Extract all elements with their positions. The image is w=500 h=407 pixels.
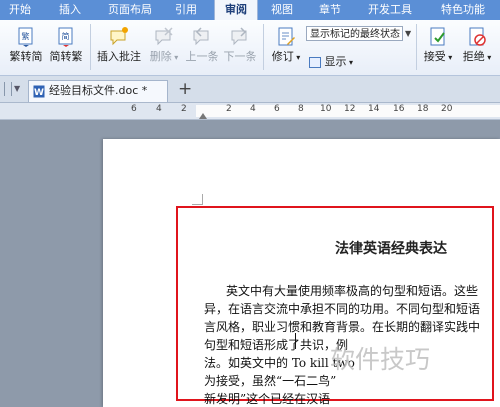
watermark: 软件技巧 (330, 345, 431, 374)
menu-references[interactable]: 引用 (166, 0, 206, 20)
paragraph-line: 言风格，职业习惯和教育背景。在长期的翻译实践中 (204, 320, 481, 334)
show-label: 显示 (324, 55, 347, 68)
menu-bar: 开始 插入 页面布局 引用 审阅 视图 章节 开发工具 特色功能 (0, 0, 500, 20)
ruler-number: 16 (393, 104, 405, 114)
ruler-number: 8 (298, 104, 304, 114)
prev-comment-button[interactable]: 上一条 (184, 26, 220, 64)
reject-icon (469, 27, 486, 46)
new-tab-button[interactable]: + (178, 78, 192, 100)
ruler-number: 20 (441, 104, 453, 114)
menu-page-layout[interactable]: 页面布局 (98, 0, 162, 20)
word-doc-icon: W (33, 85, 45, 98)
ruler-number: 12 (344, 104, 356, 114)
simp-to-trad-icon: 简 (58, 27, 73, 47)
delete-comment-button[interactable]: 删除 ▾ (146, 26, 182, 64)
svg-text:繁: 繁 (22, 31, 30, 41)
next-comment-label: 下一条 (223, 50, 257, 63)
svg-text:W: W (34, 88, 44, 98)
paragraph-line: 句型和短语形成了共识，例 (204, 338, 349, 352)
accept-label: 接受 (423, 50, 446, 63)
document-title: 法律英语经典表达 (335, 241, 447, 257)
ruler-number: 6 (131, 104, 137, 114)
ruler-number: 4 (250, 104, 256, 114)
margin-corner-mark (192, 194, 203, 205)
tab-document[interactable]: W 经验目标文件.doc * (28, 80, 168, 102)
ruler-number: 18 (417, 104, 429, 114)
trad-to-simp-label: 繁转简 (9, 50, 43, 63)
show-icon (309, 56, 321, 68)
menu-start[interactable]: 开始 (0, 0, 40, 20)
ruler-number: 4 (156, 104, 162, 114)
reject-button[interactable]: 拒绝 ▾ (459, 26, 495, 64)
accept-icon (430, 27, 445, 46)
indent-marker-icon[interactable] (199, 113, 207, 119)
track-changes-label: 修订 (271, 50, 294, 63)
delete-comment-icon (155, 27, 173, 46)
ruler-number: 14 (368, 104, 380, 114)
trad-to-simp-icon: 繁 (18, 27, 33, 47)
menu-section[interactable]: 章节 (310, 0, 350, 20)
tab-list-chevron-down-icon[interactable]: ▼ (14, 84, 20, 93)
menu-view[interactable]: 视图 (262, 0, 302, 20)
svg-text:简: 简 (62, 31, 70, 41)
ruler-number: 10 (320, 104, 332, 114)
insert-comment-icon (110, 27, 128, 46)
accept-button[interactable]: 接受 ▾ (420, 26, 456, 64)
prev-comment-label: 上一条 (185, 50, 219, 63)
menu-review[interactable]: 审阅 (214, 0, 258, 20)
track-changes-button[interactable]: 修订 ▾ (268, 26, 304, 64)
menu-special[interactable]: 特色功能 (432, 0, 494, 20)
markup-state-chevron-down-icon[interactable]: ▼ (405, 26, 414, 41)
horizontal-ruler[interactable]: 6 4 2 2 4 6 8 10 12 14 16 18 20 (0, 103, 500, 120)
paragraph-line: 新发明”这个已经在汉语 (204, 392, 331, 406)
simp-to-trad-label: 简转繁 (49, 50, 83, 63)
delete-comment-label: 删除 (149, 50, 172, 63)
menu-developer[interactable]: 开发工具 (362, 0, 418, 20)
next-comment-button[interactable]: 下一条 (222, 26, 258, 64)
reject-label: 拒绝 (462, 50, 485, 63)
prev-comment-icon (193, 27, 209, 46)
paragraph-line: 英文中有大量使用频率极高的句型和短语。这些 (226, 284, 479, 298)
next-comment-icon (231, 27, 247, 46)
paragraph-line: 为接受，虽然“一石二鸟” (204, 374, 337, 388)
track-changes-icon (278, 27, 295, 46)
tab-scroll-handle[interactable] (4, 82, 12, 96)
ruler-number: 2 (226, 104, 232, 114)
trad-to-simp-button[interactable]: 繁 繁转简 (8, 26, 44, 64)
ruler-number: 6 (274, 104, 280, 114)
menu-insert[interactable]: 插入 (50, 0, 90, 20)
ruler-number: 2 (181, 104, 187, 114)
show-markup-button[interactable]: 显示 ▾ (309, 53, 357, 69)
markup-state-select[interactable]: 显示标记的最终状态 (306, 26, 403, 41)
simp-to-trad-button[interactable]: 简 简转繁 (48, 26, 84, 64)
insert-comment-button[interactable]: 插入批注 (96, 26, 142, 64)
paragraph-line: 异，在语言交流中承担不同的功用。不同句型和短语 (204, 302, 481, 316)
tab-document-label: 经验目标文件.doc * (49, 84, 148, 97)
insert-comment-label: 插入批注 (97, 50, 141, 63)
text-cursor (295, 333, 296, 349)
